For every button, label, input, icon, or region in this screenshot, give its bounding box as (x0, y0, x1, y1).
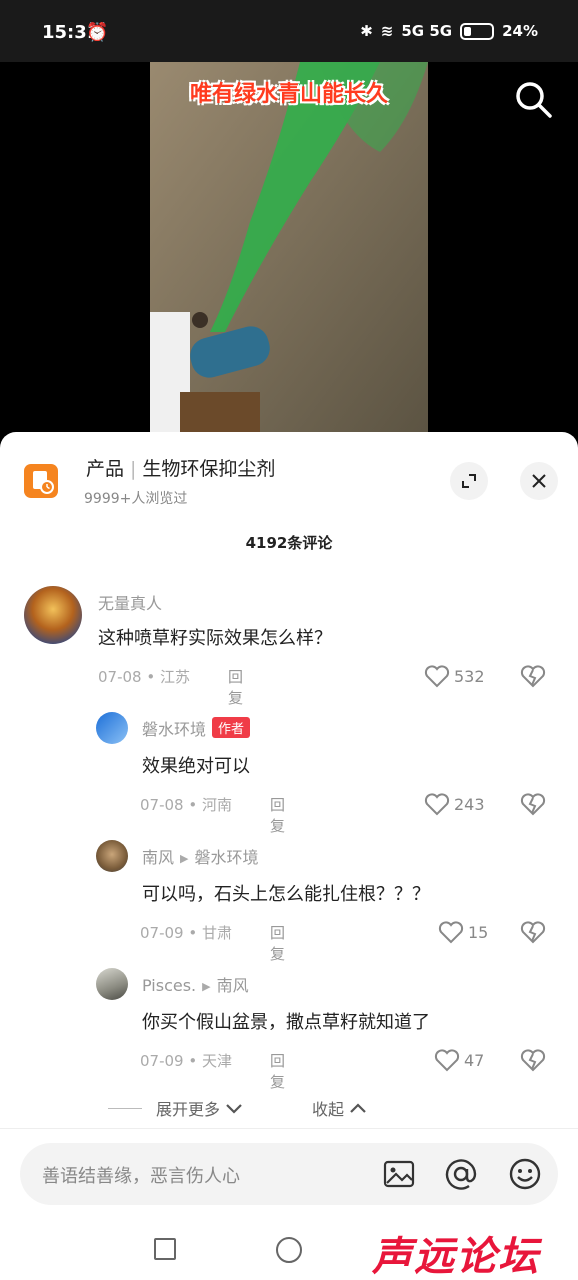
status-indicators: ✱ ≋ 5G 5G 24% (360, 22, 538, 40)
like-button[interactable]: 532 (424, 664, 485, 688)
author-name: 磐水环境 (142, 720, 207, 739)
comment-sheet: 产品 | 生物环保抑尘剂 9999+人浏览过 4192条评论 无量真人 这种喷草籽实… (0, 432, 578, 1280)
heart-icon (438, 921, 464, 944)
author-name: 南风 (142, 848, 175, 867)
reply-arrow-icon: ▶ (180, 852, 189, 865)
heart-icon (434, 1049, 460, 1072)
comment-meta: 07-08 • 江苏 (98, 668, 190, 686)
comment-date: 07-09 (140, 924, 184, 942)
comment-location: 甘肃 (201, 924, 232, 942)
collapse-button[interactable]: 收起 (312, 1096, 368, 1120)
comment-author[interactable]: 无量真人 (98, 590, 162, 614)
chevron-up-icon (350, 1103, 366, 1113)
expand-icon (462, 474, 476, 488)
video-frame[interactable]: 唯有绿水青山能长久 (150, 62, 428, 442)
broken-heart-icon (520, 1049, 546, 1072)
dislike-button[interactable] (520, 792, 546, 820)
product-icon[interactable] (24, 464, 58, 498)
expand-button[interactable] (450, 462, 488, 500)
dislike-button[interactable] (520, 664, 546, 692)
author-badge: 作者 (212, 717, 251, 738)
comment-date: 07-08 (98, 668, 142, 686)
recent-apps-button[interactable] (154, 1238, 176, 1260)
comment-location: 江苏 (159, 668, 190, 686)
title-separator: | (130, 458, 137, 480)
product-name: 生物环保抑尘剂 (142, 458, 276, 480)
broken-heart-icon (520, 921, 546, 944)
like-button[interactable]: 243 (424, 792, 485, 816)
collapse-label: 收起 (312, 1100, 345, 1119)
dislike-button[interactable] (520, 920, 546, 948)
like-count: 47 (464, 1050, 485, 1070)
image-icon[interactable] (382, 1157, 416, 1191)
home-button[interactable] (276, 1237, 302, 1263)
alarm-icon: ⏰ (86, 22, 109, 43)
mention-icon[interactable] (444, 1157, 478, 1191)
comment-text[interactable]: 可以吗，石头上怎么能扎住根？？？ (142, 880, 430, 906)
comment-location: 河南 (201, 796, 232, 814)
close-icon (532, 474, 546, 488)
expand-more-button[interactable]: 展开更多 (108, 1096, 244, 1120)
comment-meta: 07-08 • 河南 (140, 796, 232, 814)
broken-heart-icon (520, 793, 546, 816)
watermark-logo: 声远论坛 (372, 1234, 540, 1280)
comment-location: 天津 (201, 1052, 232, 1070)
comment-text[interactable]: 效果绝对可以 (142, 752, 250, 778)
avatar[interactable] (24, 586, 82, 644)
comment-date: 07-09 (140, 1052, 184, 1070)
reply-button[interactable]: 回复 (228, 666, 243, 708)
expand-more-label: 展开更多 (156, 1100, 221, 1119)
product-category: 产品 (86, 458, 125, 480)
search-icon (516, 82, 552, 118)
heart-icon (424, 793, 450, 816)
system-nav-bar: 声远论坛 (0, 1224, 578, 1280)
video-scene-illustration (150, 62, 428, 442)
reply-button[interactable]: 回复 (270, 922, 285, 964)
comment-text[interactable]: 你买个假山盆景，撒点草籽就知道了 (142, 1008, 430, 1034)
network-label: 5G 5G (401, 22, 453, 40)
video-player[interactable]: 唯有绿水青山能长久 (0, 62, 578, 442)
battery-level: 24% (502, 22, 538, 40)
comment-meta: 07-09 • 甘肃 (140, 924, 232, 942)
product-title[interactable]: 产品 | 生物环保抑尘剂 (86, 454, 275, 481)
like-count: 15 (468, 922, 489, 942)
reply-button[interactable]: 回复 (270, 794, 285, 836)
comment-text[interactable]: 这种喷草籽实际效果怎么样？ (98, 624, 332, 650)
search-button[interactable] (512, 78, 556, 122)
comment-meta: 07-09 • 天津 (140, 1052, 232, 1070)
bluetooth-icon: ✱ (360, 22, 373, 40)
broken-heart-icon (520, 665, 546, 688)
product-views: 9999+人浏览过 (84, 491, 188, 507)
comment-input-bar: 善语结善缘，恶言伤人心 (0, 1128, 578, 1228)
author-name: Pisces. (142, 976, 197, 995)
like-count: 243 (454, 794, 485, 814)
wifi-icon: ≋ (380, 22, 394, 40)
reply-to-name: 南风 (216, 976, 249, 995)
battery-icon (460, 22, 495, 40)
comment-date: 07-08 (140, 796, 184, 814)
chevron-down-icon (226, 1104, 242, 1114)
close-button[interactable] (520, 462, 558, 500)
comment-count: 4192条评论 (245, 534, 333, 552)
status-bar: 15:31 ⏰ ✱ ≋ 5G 5G 24% (0, 0, 578, 62)
comment-author[interactable]: Pisces. ▶ 南风 (142, 972, 249, 996)
avatar[interactable] (96, 968, 128, 1000)
dislike-button[interactable] (520, 1048, 546, 1076)
reply-button[interactable]: 回复 (270, 1050, 285, 1092)
reply-arrow-icon: ▶ (202, 980, 211, 993)
comment-author[interactable]: 南风 ▶ 磐水环境 (142, 844, 259, 868)
like-button[interactable]: 15 (438, 920, 488, 944)
like-button[interactable]: 47 (434, 1048, 484, 1072)
input-placeholder: 善语结善缘，恶言伤人心 (42, 1166, 240, 1187)
heart-icon (424, 665, 450, 688)
avatar[interactable] (96, 712, 128, 744)
like-count: 532 (454, 666, 485, 686)
divider-line (108, 1107, 142, 1109)
comment-author[interactable]: 磐水环境 作者 (142, 716, 251, 740)
reply-to-name: 磐水环境 (194, 848, 259, 867)
avatar[interactable] (96, 840, 128, 872)
emoji-icon[interactable] (508, 1157, 542, 1191)
comment-input[interactable]: 善语结善缘，恶言伤人心 (20, 1143, 558, 1205)
video-caption: 唯有绿水青山能长久 (189, 82, 388, 107)
